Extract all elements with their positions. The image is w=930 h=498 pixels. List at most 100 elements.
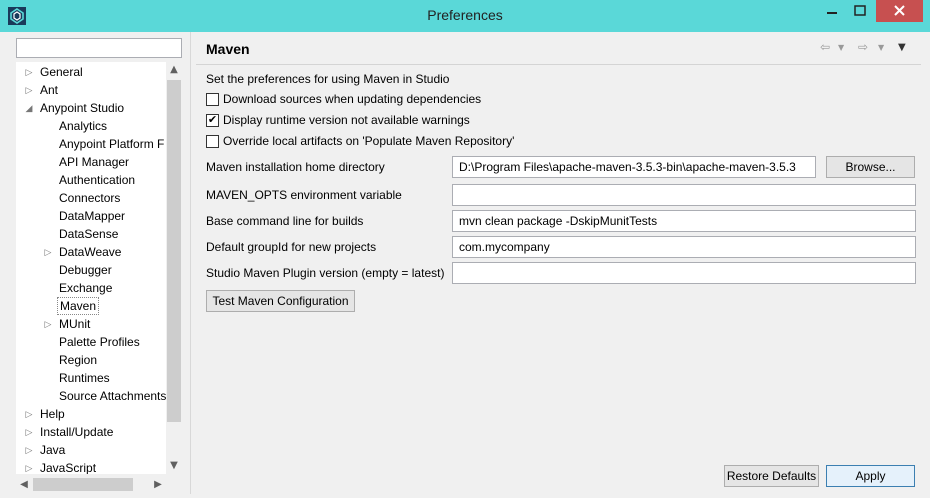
collapsed-chevron-icon[interactable]: ▷ (24, 441, 34, 459)
tree-item-exchange[interactable]: Exchange (16, 279, 182, 297)
tree-item-authentication[interactable]: Authentication (16, 171, 182, 189)
tree-item-debugger[interactable]: Debugger (16, 261, 182, 279)
default-groupid-label: Default groupId for new projects (206, 240, 377, 254)
test-maven-configuration-button[interactable]: Test Maven Configuration (206, 290, 355, 312)
tree-item-label: General (40, 65, 83, 79)
close-icon (894, 5, 905, 16)
collapsed-chevron-icon[interactable]: ▷ (24, 63, 34, 81)
tree-vertical-scrollbar[interactable]: ▲ ▼ (166, 62, 182, 474)
tree-item-help[interactable]: ▷ Help (16, 405, 182, 423)
restore-defaults-button[interactable]: Restore Defaults (724, 465, 819, 487)
tree-item-label: Help (40, 407, 65, 421)
tree-item-label: JavaScript (40, 461, 97, 474)
tree-item-api-manager[interactable]: API Manager (16, 153, 182, 171)
tree-item-install-update[interactable]: ▷ Install/Update (16, 423, 182, 441)
minimize-button[interactable] (818, 0, 846, 22)
collapsed-chevron-icon[interactable]: ▷ (43, 243, 53, 261)
tree-item-label: Anypoint Platform F (59, 137, 165, 151)
tree-item-label: DataMapper (59, 209, 126, 223)
collapsed-chevron-icon[interactable]: ▷ (24, 423, 34, 441)
maven-opts-label: MAVEN_OPTS environment variable (206, 188, 402, 202)
checkbox-box[interactable]: ✔ (206, 114, 219, 127)
tree-item-anypoint-platform-f[interactable]: Anypoint Platform F (16, 135, 182, 153)
tree-item-label: Analytics (59, 119, 108, 133)
checkbox-box[interactable] (206, 135, 219, 148)
page-description: Set the preferences for using Maven in S… (206, 72, 450, 86)
collapsed-chevron-icon[interactable]: ▷ (24, 405, 34, 423)
forward-arrow-icon[interactable]: ⇨ (858, 40, 868, 54)
forward-dropdown-icon[interactable]: ▼ (878, 43, 884, 52)
plugin-version-label: Studio Maven Plugin version (empty = lat… (206, 266, 445, 280)
preference-tree[interactable]: ▷ General ▷ Ant ◢ Anypoint Studio Analytics Any… (16, 62, 182, 474)
tree-item-runtimes[interactable]: Runtimes (16, 369, 182, 387)
window-title: Preferences (427, 7, 503, 23)
title-bar: Preferences (0, 0, 930, 32)
close-button[interactable] (876, 0, 923, 22)
tree-item-label: Source Attachments (59, 389, 167, 403)
tree-item-label: Runtimes (59, 371, 110, 385)
scroll-left-icon[interactable]: ◀ (16, 476, 32, 493)
tree-item-analytics[interactable]: Analytics (16, 117, 182, 135)
tree-item-maven[interactable]: Maven (16, 297, 182, 315)
plugin-version-input[interactable] (452, 262, 916, 284)
tree-item-label: Anypoint Studio (40, 101, 125, 115)
base-command-input[interactable]: mvn clean package -DskipMunitTests (452, 210, 916, 232)
tree-horizontal-scrollbar[interactable]: ◀ ▶ (16, 476, 166, 493)
tree-item-anypoint-studio[interactable]: ◢ Anypoint Studio (16, 99, 182, 117)
default-groupid-input[interactable]: com.mycompany (452, 236, 916, 258)
tree-item-datasense[interactable]: DataSense (16, 225, 182, 243)
tree-item-dataweave[interactable]: ▷ DataWeave (16, 243, 182, 261)
tree-item-label: Install/Update (40, 425, 114, 439)
sash-divider[interactable] (190, 32, 191, 494)
tree-item-palette-profiles[interactable]: Palette Profiles (16, 333, 182, 351)
maximize-button[interactable] (846, 0, 874, 22)
tree-item-label: Maven (57, 297, 100, 315)
maven-home-input[interactable]: D:\Program Files\apache-maven-3.5.3-bin\… (452, 156, 816, 178)
tree-item-label: Ant (40, 83, 59, 97)
tree-item-label: Exchange (59, 281, 113, 295)
scroll-up-icon[interactable]: ▲ (166, 62, 182, 78)
tree-item-datamapper[interactable]: DataMapper (16, 207, 182, 225)
tree-item-label: Connectors (59, 191, 121, 205)
tree-item-connectors[interactable]: Connectors (16, 189, 182, 207)
tree-item-ant[interactable]: ▷ Ant (16, 81, 182, 99)
tree-item-label: Palette Profiles (59, 335, 140, 349)
collapsed-chevron-icon[interactable]: ▷ (24, 459, 34, 474)
maximize-icon (854, 5, 866, 16)
tree-item-general[interactable]: ▷ General (16, 63, 182, 81)
scroll-down-icon[interactable]: ▼ (166, 458, 182, 474)
tree-item-source-attachments[interactable]: Source Attachments (16, 387, 182, 405)
horizontal-scroll-thumb[interactable] (33, 478, 133, 491)
back-arrow-icon[interactable]: ⇦ (820, 40, 830, 54)
maven-home-label: Maven installation home directory (206, 160, 385, 174)
base-command-label: Base command line for builds (206, 214, 364, 228)
checkbox-box[interactable] (206, 93, 219, 106)
tree-item-label: Region (59, 353, 98, 367)
tree-item-javascript[interactable]: ▷ JavaScript (16, 459, 182, 474)
tree-item-label: MUnit (59, 317, 91, 331)
vertical-scroll-thumb[interactable] (167, 80, 181, 422)
tree-item-label: DataWeave (59, 245, 122, 259)
back-dropdown-icon[interactable]: ▼ (838, 43, 844, 52)
browse-button[interactable]: Browse... (826, 156, 915, 178)
tree-item-label: Java (40, 443, 66, 457)
view-menu-icon[interactable]: ▼ (898, 42, 906, 53)
page-title: Maven (206, 41, 250, 57)
collapsed-chevron-icon[interactable]: ▷ (43, 315, 53, 333)
tree-item-region[interactable]: Region (16, 351, 182, 369)
page-navigation: ⇦ ▼ ⇨ ▼ ▼ (820, 40, 920, 58)
tree-item-munit[interactable]: ▷ MUnit (16, 315, 182, 333)
apply-button[interactable]: Apply (826, 465, 915, 487)
tree-item-label: API Manager (59, 155, 130, 169)
header-separator (196, 64, 921, 65)
tree-item-label: Debugger (59, 263, 112, 277)
expanded-chevron-icon[interactable]: ◢ (24, 99, 34, 117)
collapsed-chevron-icon[interactable]: ▷ (24, 81, 34, 99)
scroll-right-icon[interactable]: ▶ (150, 476, 166, 493)
minimize-icon (827, 12, 837, 14)
tree-item-label: DataSense (59, 227, 119, 241)
tree-item-java[interactable]: ▷ Java (16, 441, 182, 459)
tree-item-label: Authentication (59, 173, 136, 187)
maven-opts-input[interactable] (452, 184, 916, 206)
filter-input[interactable] (16, 38, 182, 58)
